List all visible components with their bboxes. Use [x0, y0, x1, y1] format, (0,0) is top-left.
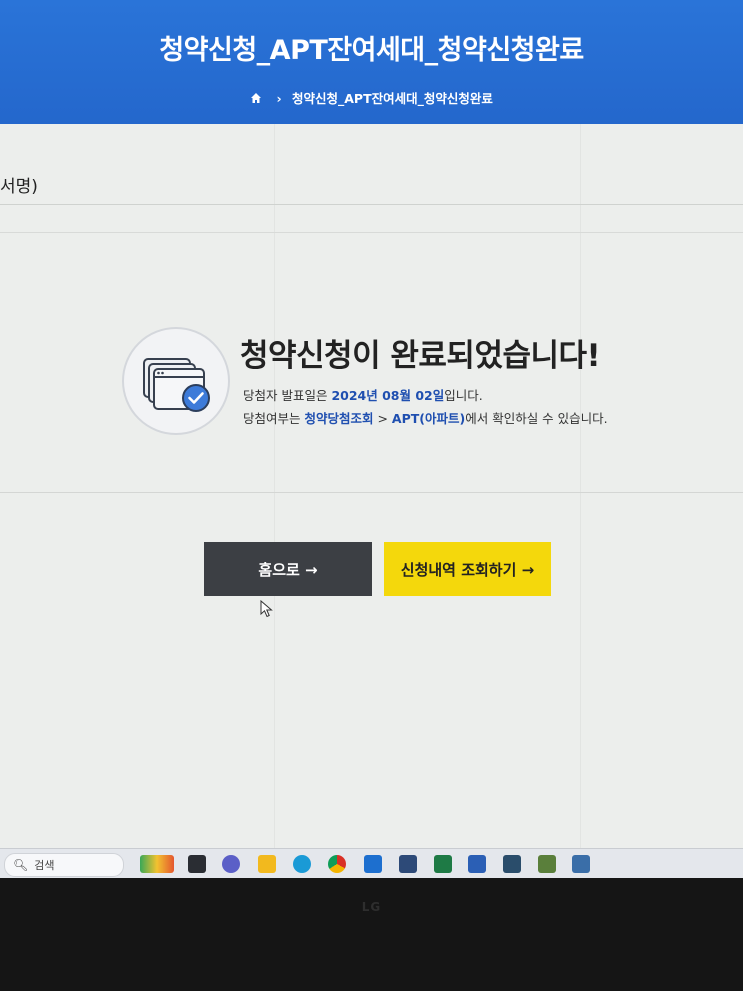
weather-icon[interactable] — [140, 855, 174, 873]
excel-icon[interactable] — [434, 855, 452, 873]
breadcrumb-current[interactable]: 청약신청_APT잔여세대_청약신청완료 — [292, 91, 493, 106]
chat-icon[interactable] — [222, 855, 240, 873]
mouse-cursor-icon — [260, 599, 274, 622]
divider — [0, 492, 743, 493]
task-view-icon[interactable] — [188, 855, 206, 873]
page-title: 청약신청_APT잔여세대_청약신청완료 — [159, 35, 584, 66]
home-button[interactable]: 홈으로 → — [204, 542, 372, 596]
taskbar-search[interactable]: 🔍︎ 검색 — [4, 853, 124, 877]
completion-title: 청약신청이 완료되었습니다! — [240, 338, 601, 374]
text-fragment: 에서 확인하실 수 있습니다. — [465, 411, 608, 426]
monitor-bezel: LG — [0, 878, 743, 991]
text-fragment: 당첨여부는 — [243, 411, 305, 426]
page-header: 청약신청_APT잔여세대_청약신청완료 › 청약신청_APT잔여세대_청약신청완… — [0, 0, 743, 124]
browser-viewport: 청약신청_APT잔여세대_청약신청완료 › 청약신청_APT잔여세대_청약신청완… — [0, 0, 743, 848]
taskbar: 🔍︎ 검색 — [0, 848, 743, 879]
chevron-right-icon: › — [276, 91, 282, 106]
announcement-date: 2024년 08월 02일 — [331, 388, 445, 403]
announcement-date-text: 당첨자 발표일은 2024년 08월 02일입니다. — [243, 385, 483, 404]
application-complete-icon — [122, 327, 230, 435]
chrome-icon[interactable] — [328, 855, 346, 873]
text-fragment: 당첨자 발표일은 — [243, 388, 332, 403]
photos-icon[interactable] — [538, 855, 556, 873]
mail-icon[interactable] — [364, 855, 382, 873]
winner-lookup-link[interactable]: 청약당첨조회 — [304, 411, 373, 426]
app-icon[interactable] — [503, 855, 521, 873]
result-check-text: 당첨여부는 청약당첨조회 > APT(아파트)에서 확인하실 수 있습니다. — [243, 408, 608, 427]
view-application-history-button[interactable]: 신청내역 조회하기 → — [384, 542, 551, 596]
store-icon[interactable] — [399, 855, 417, 873]
text-fragment: > — [373, 411, 392, 426]
home-icon[interactable] — [250, 92, 262, 107]
search-label: 검색 — [34, 859, 55, 872]
apt-link[interactable]: APT(아파트) — [392, 411, 465, 426]
search-icon: 🔍︎ — [13, 858, 29, 872]
notepad-icon[interactable] — [572, 855, 590, 873]
breadcrumb: › 청약신청_APT잔여세대_청약신청완료 — [0, 88, 743, 107]
divider — [0, 232, 743, 233]
file-explorer-icon[interactable] — [258, 855, 276, 873]
section-title: 서명) — [0, 177, 38, 197]
brand-logo: LG — [361, 900, 382, 914]
edge-icon[interactable] — [293, 855, 311, 873]
divider — [0, 204, 743, 205]
text-fragment: 입니다. — [444, 388, 483, 403]
word-icon[interactable] — [468, 855, 486, 873]
